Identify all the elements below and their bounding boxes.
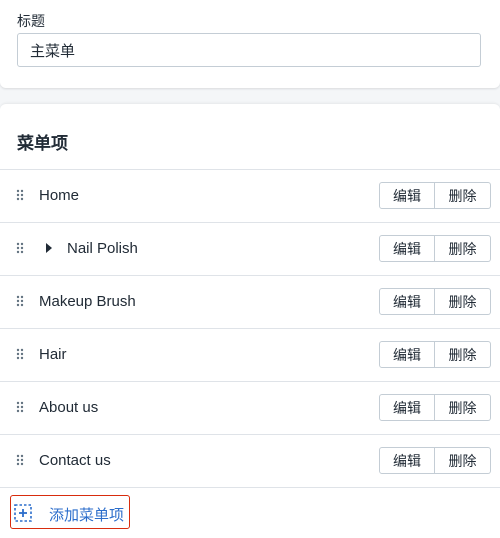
title-card: 标题 (0, 0, 500, 88)
add-menu-item-label: 添加菜单项 (49, 507, 125, 524)
drag-handle-icon[interactable] (16, 454, 24, 466)
menu-item-row: Makeup Brush 编辑 删除 (0, 276, 500, 329)
drag-handle-icon[interactable] (16, 295, 24, 307)
menu-item-actions: 编辑 删除 (379, 288, 491, 315)
edit-button[interactable]: 编辑 (379, 341, 435, 368)
delete-button[interactable]: 删除 (435, 394, 491, 421)
menu-items-list: Home 编辑 删除 Nail Polish 编辑 删除 Makeup Brus… (0, 169, 500, 488)
menu-item-actions: 编辑 删除 (379, 182, 491, 209)
menu-item-actions: 编辑 删除 (379, 235, 491, 262)
menu-item-label: Hair (39, 346, 67, 363)
add-menu-item-button[interactable]: 添加菜单项 (10, 495, 130, 529)
menu-item-row: About us 编辑 删除 (0, 382, 500, 435)
menu-item-label: Makeup Brush (39, 293, 136, 310)
delete-button[interactable]: 删除 (435, 182, 491, 209)
drag-handle-icon[interactable] (16, 348, 24, 360)
expand-caret-icon[interactable] (46, 243, 52, 253)
drag-handle-icon[interactable] (16, 189, 24, 201)
edit-button[interactable]: 编辑 (379, 288, 435, 315)
menu-item-label: About us (39, 399, 99, 416)
menu-item-actions: 编辑 删除 (379, 447, 491, 474)
drag-handle-icon[interactable] (16, 401, 24, 413)
menu-item-actions: 编辑 删除 (379, 394, 491, 421)
menu-item-label: Home (39, 187, 80, 204)
title-field-label: 标题 (17, 13, 45, 29)
menu-item-row: Home 编辑 删除 (0, 170, 500, 223)
drag-handle-icon[interactable] (16, 242, 24, 254)
menu-items-heading: 菜单项 (17, 134, 68, 153)
delete-button[interactable]: 删除 (435, 235, 491, 262)
edit-button[interactable]: 编辑 (379, 394, 435, 421)
menu-items-card: 菜单项 Home 编辑 删除 Nail Polish 编辑 删除 Makeup … (0, 104, 500, 538)
menu-item-actions: 编辑 删除 (379, 341, 491, 368)
menu-item-label: Nail Polish (67, 240, 138, 257)
edit-button[interactable]: 编辑 (379, 182, 435, 209)
menu-item-row: Contact us 编辑 删除 (0, 435, 500, 488)
delete-button[interactable]: 删除 (435, 341, 491, 368)
menu-item-label: Contact us (39, 452, 111, 469)
menu-item-row: Hair 编辑 删除 (0, 329, 500, 382)
title-input[interactable] (17, 33, 481, 67)
menu-item-row: Nail Polish 编辑 删除 (0, 223, 500, 276)
add-square-icon (14, 504, 32, 522)
edit-button[interactable]: 编辑 (379, 447, 435, 474)
edit-button[interactable]: 编辑 (379, 235, 435, 262)
delete-button[interactable]: 删除 (435, 447, 491, 474)
delete-button[interactable]: 删除 (435, 288, 491, 315)
